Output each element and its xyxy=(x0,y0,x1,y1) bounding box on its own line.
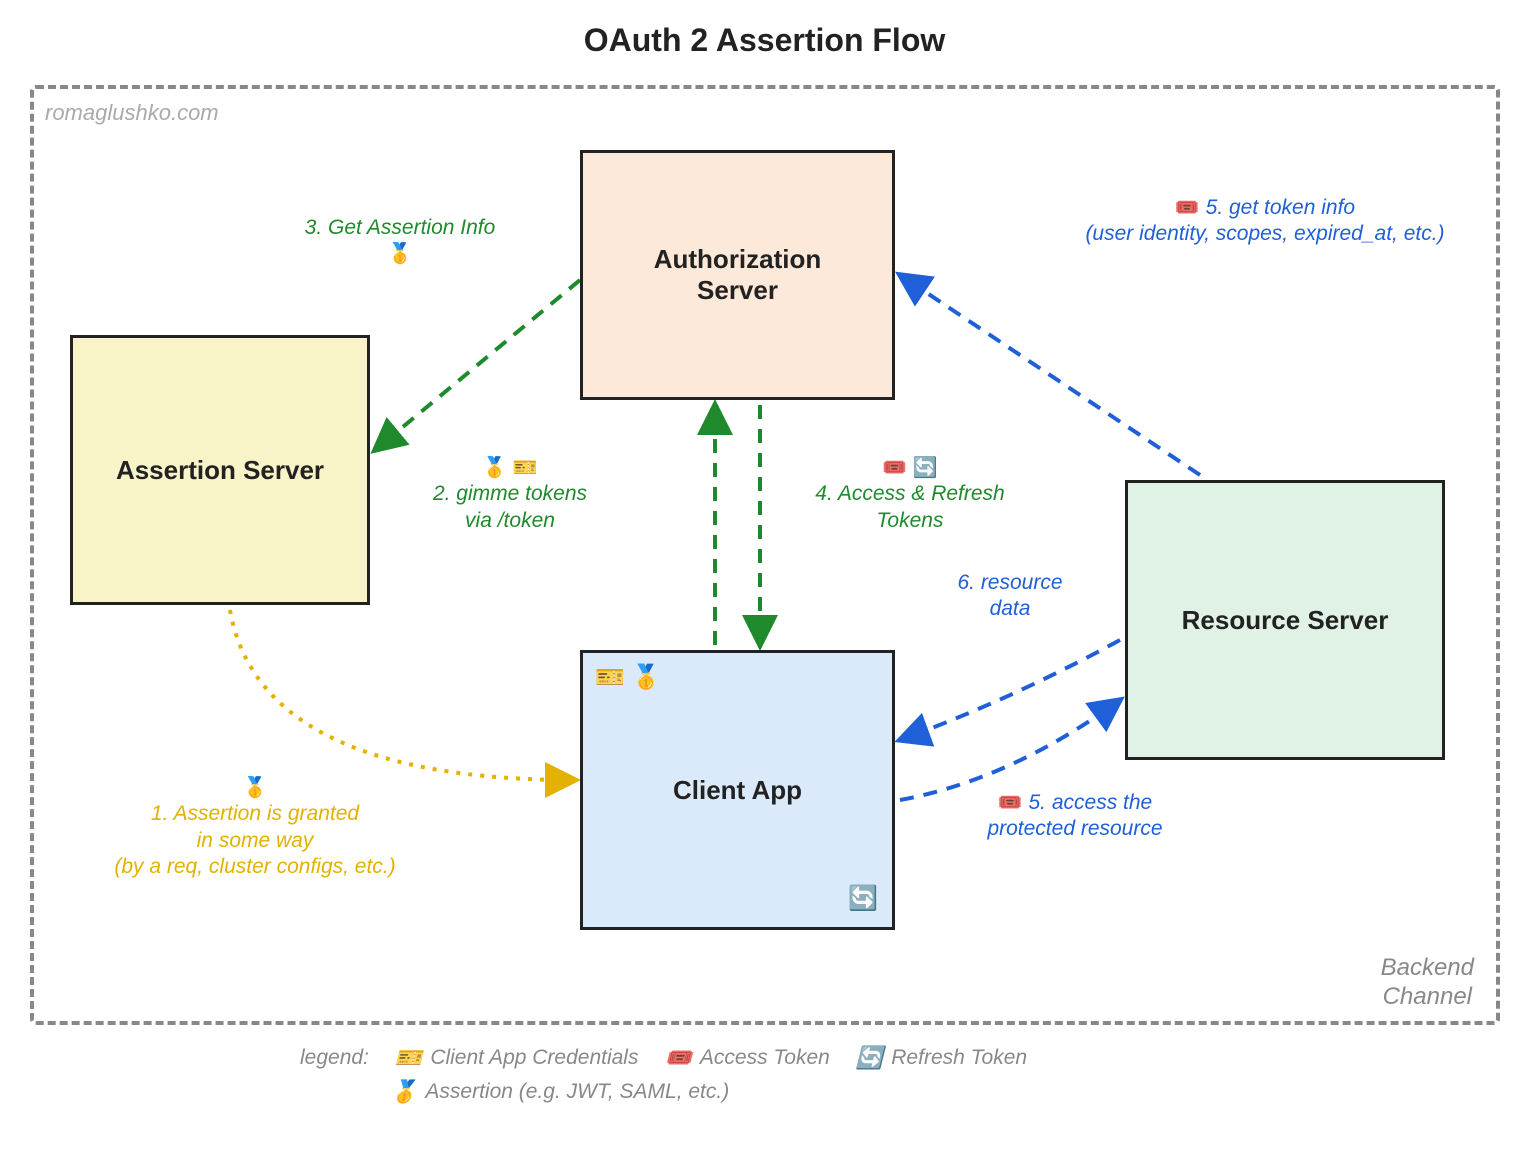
node-client-label: Client App xyxy=(673,775,802,806)
ticket-pink-icon: 🎟️ xyxy=(998,791,1023,816)
step-4-label: 🎟️ 🔄 4. Access & RefreshTokens xyxy=(780,455,1040,534)
refresh-icon: 🔄 xyxy=(913,456,938,481)
ticket-pink-icon: 🎟️ xyxy=(664,1045,691,1071)
node-resource-server: Resource Server xyxy=(1125,480,1445,760)
watermark-label: romaglushko.com xyxy=(45,100,219,126)
step-5b-label: 🎟️ 5. get token info(user identity, scop… xyxy=(1045,195,1485,248)
step-3-text: 3. Get Assertion Info xyxy=(305,216,496,239)
ticket-yellow-icon: 🎫 xyxy=(395,1045,422,1071)
step-3-label: 3. Get Assertion Info 🥇 xyxy=(250,215,550,268)
legend-client-creds: 🎫 Client App Credentials xyxy=(395,1045,639,1071)
legend: legend: 🎫 Client App Credentials 🎟️ Acce… xyxy=(300,1045,1260,1105)
ticket-pink-icon: 🎟️ xyxy=(882,456,907,481)
step-5a-label: 🎟️ 5. access theprotected resource xyxy=(950,790,1200,843)
medal-icon: 🥇 xyxy=(390,1079,417,1105)
ticket-yellow-icon: 🎫 xyxy=(513,456,538,481)
step-5b-text: 5. get token info(user identity, scopes,… xyxy=(1085,196,1444,245)
step-6-text: 6. resourcedata xyxy=(957,571,1062,620)
backend-channel-label: BackendChannel xyxy=(1381,954,1474,1012)
node-client-app: 🎫 🥇 🔄 Client App xyxy=(580,650,895,930)
step-2-text: 2. gimme tokensvia /token xyxy=(433,482,587,531)
ticket-yellow-icon: 🎫 xyxy=(595,663,625,692)
legend-client-creds-text: Client App Credentials xyxy=(430,1046,638,1070)
step-6-label: 6. resourcedata xyxy=(910,570,1110,623)
legend-assertion: 🥇 Assertion (e.g. JWT, SAML, etc.) xyxy=(390,1079,729,1105)
step-1-label: 🥇 1. Assertion is grantedin some way(by … xyxy=(70,775,440,880)
node-auth-label: AuthorizationServer xyxy=(654,244,822,306)
legend-refresh-token-text: Refresh Token xyxy=(891,1046,1027,1070)
medal-icon: 🥇 xyxy=(482,456,507,481)
legend-assertion-text: Assertion (e.g. JWT, SAML, etc.) xyxy=(425,1080,729,1104)
refresh-icon: 🔄 xyxy=(848,884,878,913)
medal-icon: 🥇 xyxy=(243,776,268,801)
legend-refresh-token: 🔄 Refresh Token xyxy=(856,1045,1027,1071)
node-resource-label: Resource Server xyxy=(1182,605,1389,636)
legend-label: legend: xyxy=(300,1046,369,1070)
medal-icon: 🥇 xyxy=(631,663,661,692)
step-2-label: 🥇 🎫 2. gimme tokensvia /token xyxy=(370,455,650,534)
refresh-icon: 🔄 xyxy=(856,1045,883,1071)
legend-access-token: 🎟️ Access Token xyxy=(664,1045,829,1071)
step-4-text: 4. Access & RefreshTokens xyxy=(815,482,1004,531)
legend-access-token-text: Access Token xyxy=(700,1046,830,1070)
diagram-title: OAuth 2 Assertion Flow xyxy=(0,22,1529,59)
node-authorization-server: AuthorizationServer xyxy=(580,150,895,400)
node-assertion-label: Assertion Server xyxy=(116,455,324,486)
node-assertion-server: Assertion Server xyxy=(70,335,370,605)
step-1-text: 1. Assertion is grantedin some way(by a … xyxy=(114,802,395,878)
ticket-pink-icon: 🎟️ xyxy=(1175,196,1200,221)
medal-icon: 🥇 xyxy=(388,242,413,267)
